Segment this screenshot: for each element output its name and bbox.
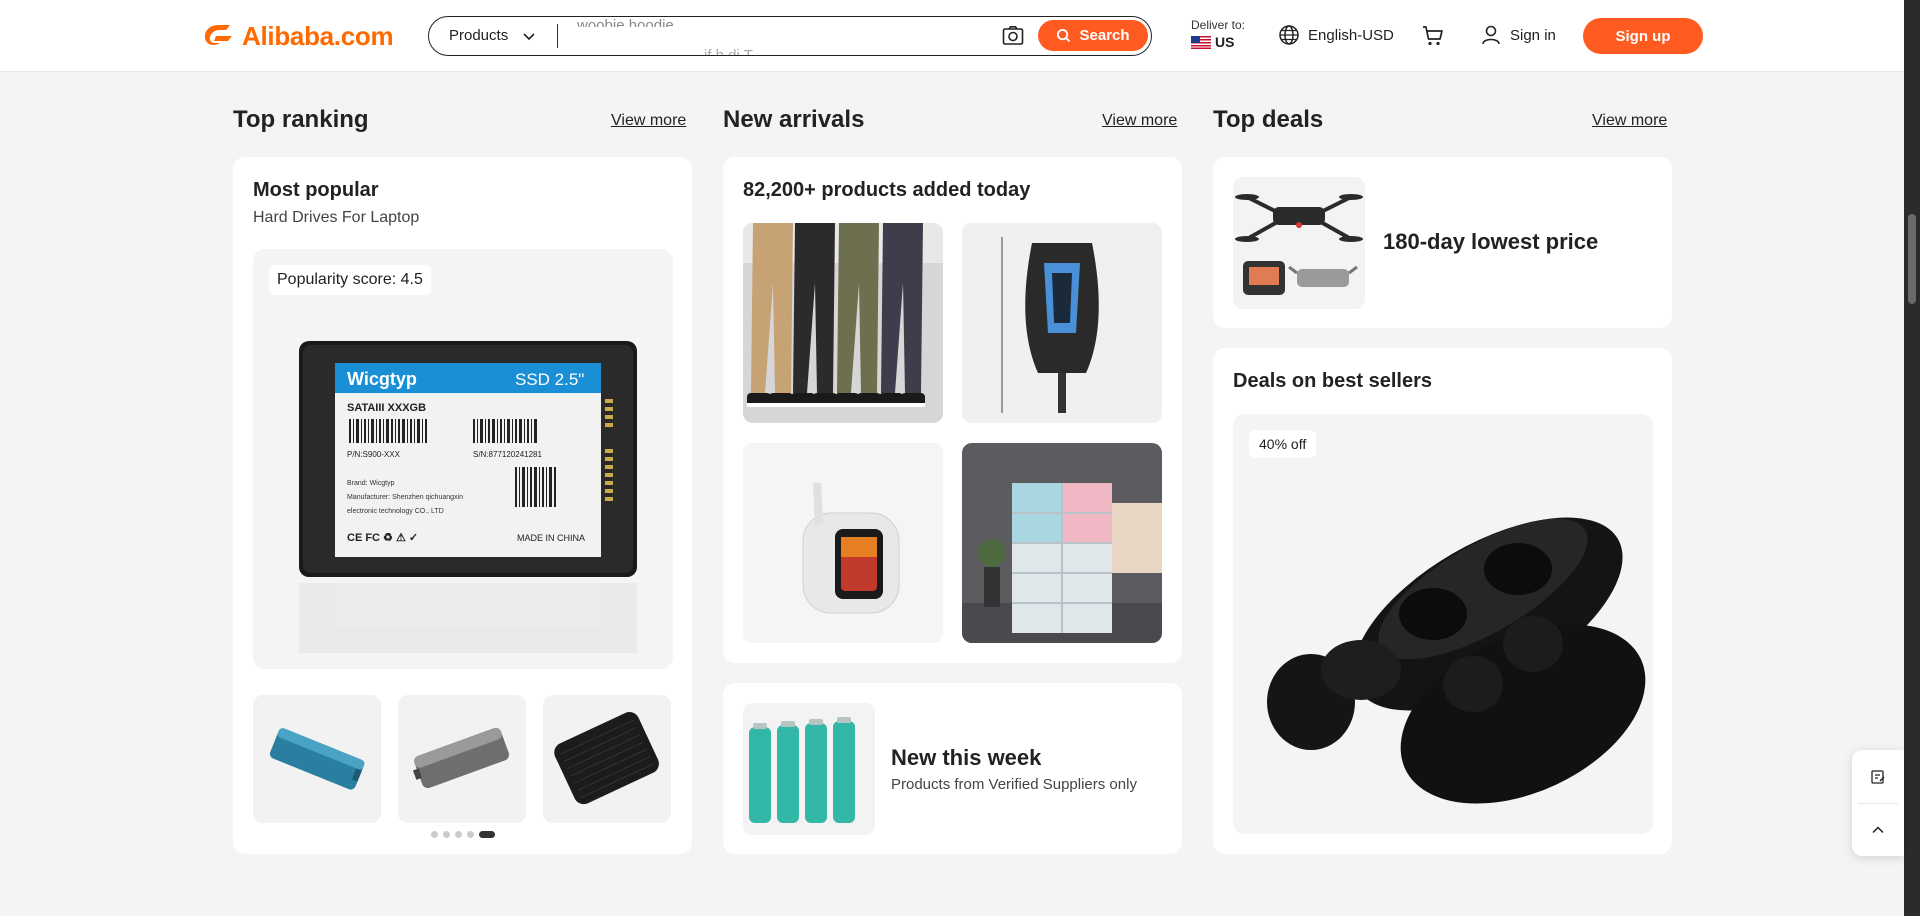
ranking-category[interactable]: Hard Drives For Laptop bbox=[253, 209, 419, 227]
scrollbar-thumb[interactable] bbox=[1908, 214, 1916, 304]
new-this-week-title: New this week bbox=[891, 745, 1042, 770]
deliver-country: US bbox=[1215, 34, 1235, 50]
new-arrival-item-4[interactable] bbox=[962, 443, 1162, 643]
new-arrivals-card: 82,200+ products added today bbox=[723, 157, 1182, 663]
back-to-top-button[interactable] bbox=[1852, 803, 1904, 856]
new-this-week-image bbox=[743, 703, 875, 835]
new-this-week-card[interactable]: New this week Products from Verified Sup… bbox=[723, 683, 1182, 854]
top-ranking-view-more-link[interactable]: View more bbox=[611, 112, 686, 130]
ranking-thumbnail-3[interactable] bbox=[543, 695, 671, 823]
language-label: English-USD bbox=[1308, 26, 1394, 44]
ranking-main-product-image[interactable]: Wicgtyp SSD 2.5" SATAIII XXXGB P/N:S900-… bbox=[253, 249, 673, 669]
svg-text:Manufacturer: Shenzhen qichua: Manufacturer: Shenzhen qichuangxin bbox=[347, 494, 463, 501]
carousel-dot-active[interactable] bbox=[479, 831, 495, 838]
search-divider bbox=[557, 24, 558, 48]
svg-text:Brand: Wicgtyp: Brand: Wicgtyp bbox=[347, 480, 395, 487]
chevron-up-icon bbox=[1872, 825, 1884, 833]
search-button-label: Search bbox=[1079, 27, 1130, 44]
sign-in-link[interactable]: Sign in bbox=[1480, 24, 1556, 46]
lowest-price-card[interactable]: 180-day lowest price bbox=[1213, 157, 1672, 328]
us-flag-icon bbox=[1191, 35, 1211, 49]
alibaba-logo[interactable]: Alibaba.com bbox=[202, 20, 394, 52]
globe-icon bbox=[1279, 25, 1299, 45]
new-arrival-item-2[interactable] bbox=[962, 223, 1162, 423]
top-ranking-card: Most popular Hard Drives For Laptop Wicg… bbox=[233, 157, 692, 854]
new-arrival-item-3[interactable] bbox=[743, 443, 943, 643]
search-icon bbox=[1057, 28, 1071, 43]
earbuds-image bbox=[1233, 414, 1653, 834]
sign-up-label: Sign up bbox=[1615, 27, 1671, 45]
lowest-price-text: 180-day lowest price bbox=[1383, 229, 1599, 254]
best-sellers-product-image[interactable]: 40% off bbox=[1233, 414, 1653, 834]
svg-text:electronic technology CO., LTD: electronic technology CO., LTD bbox=[347, 508, 444, 515]
shoe-storage-boxes-image bbox=[962, 443, 1162, 643]
deliver-to-selector[interactable]: Deliver to: US bbox=[1191, 18, 1261, 54]
top-deals-title: Top deals bbox=[1213, 106, 1324, 133]
logo-text: Alibaba.com bbox=[242, 20, 394, 51]
ranking-thumbnail-2[interactable] bbox=[398, 695, 526, 823]
popularity-score-value: 4.5 bbox=[400, 271, 423, 288]
svg-text:S/N:877120241281: S/N:877120241281 bbox=[473, 450, 543, 459]
svg-text:SSD 2.5": SSD 2.5" bbox=[515, 370, 584, 389]
user-icon bbox=[1482, 25, 1500, 45]
svg-text:P/N:S900-XXX: P/N:S900-XXX bbox=[347, 450, 401, 459]
new-arrivals-title: New arrivals bbox=[723, 106, 865, 133]
ssd-drive-image: Wicgtyp SSD 2.5" SATAIII XXXGB P/N:S900-… bbox=[299, 341, 637, 653]
carousel-dot[interactable] bbox=[443, 831, 450, 838]
alibaba-logo-icon bbox=[202, 21, 236, 51]
most-popular-title[interactable]: Most popular bbox=[253, 179, 379, 202]
blue-external-ssd-image bbox=[269, 728, 365, 790]
deliver-to-label: Deliver to: bbox=[1191, 18, 1246, 32]
feedback-icon bbox=[1871, 769, 1885, 784]
new-this-week-subtitle: Products from Verified Suppliers only bbox=[891, 776, 1137, 793]
camera-search-icon[interactable] bbox=[1001, 24, 1025, 48]
search-bar: Products woobie hoodie if h di T Search bbox=[428, 16, 1152, 56]
popularity-score-label: Popularity score: bbox=[277, 271, 397, 288]
sign-in-label: Sign in bbox=[1510, 26, 1556, 44]
carousel-dot[interactable] bbox=[431, 831, 438, 838]
smart-earbuds-case-image bbox=[743, 443, 943, 643]
search-category-select[interactable]: Products bbox=[429, 17, 557, 54]
carousel-dot[interactable] bbox=[467, 831, 474, 838]
phone-cooler-image bbox=[962, 223, 1162, 423]
ranking-carousel-dots bbox=[431, 831, 500, 838]
gray-external-ssd-image bbox=[412, 727, 510, 789]
black-external-hdd-image bbox=[554, 712, 659, 805]
batteries-image bbox=[743, 703, 875, 835]
lowest-price-image bbox=[1233, 177, 1365, 309]
top-deals-view-more-link[interactable]: View more bbox=[1592, 112, 1667, 130]
page-scrollbar[interactable] bbox=[1904, 0, 1920, 916]
language-currency-selector[interactable]: English-USD bbox=[1278, 24, 1394, 46]
top-header: Alibaba.com Products woobie hoodie if h … bbox=[0, 0, 1904, 72]
popularity-score-badge: Popularity score: 4.5 bbox=[269, 265, 431, 295]
svg-text:Wicgtyp: Wicgtyp bbox=[347, 369, 417, 389]
best-sellers-card: Deals on best sellers 40% off bbox=[1213, 348, 1672, 854]
cargo-pants-image bbox=[743, 223, 943, 423]
top-ranking-title: Top ranking bbox=[233, 106, 369, 133]
new-arrivals-view-more-link[interactable]: View more bbox=[1102, 112, 1177, 130]
svg-text:CE FC ♻ ⚠ ✓: CE FC ♻ ⚠ ✓ bbox=[347, 532, 418, 544]
search-button[interactable]: Search bbox=[1038, 20, 1148, 51]
feedback-button[interactable] bbox=[1852, 750, 1904, 803]
new-arrival-item-1[interactable] bbox=[743, 223, 943, 423]
svg-text:SATAIII XXXGB: SATAIII XXXGB bbox=[347, 402, 426, 414]
search-input[interactable] bbox=[577, 17, 977, 54]
discount-badge: 40% off bbox=[1249, 430, 1317, 458]
floating-action-panel bbox=[1852, 750, 1904, 856]
ranking-thumbnail-1[interactable] bbox=[253, 695, 381, 823]
chevron-down-icon bbox=[523, 32, 535, 40]
svg-text:MADE IN CHINA: MADE IN CHINA bbox=[517, 533, 585, 543]
drone-image bbox=[1233, 177, 1365, 309]
carousel-dot[interactable] bbox=[455, 831, 462, 838]
sign-up-button[interactable]: Sign up bbox=[1583, 18, 1703, 54]
search-category-label: Products bbox=[449, 27, 509, 44]
new-arrivals-headline[interactable]: 82,200+ products added today bbox=[743, 179, 1030, 202]
best-sellers-title[interactable]: Deals on best sellers bbox=[1233, 370, 1432, 393]
cart-icon[interactable] bbox=[1421, 24, 1445, 48]
